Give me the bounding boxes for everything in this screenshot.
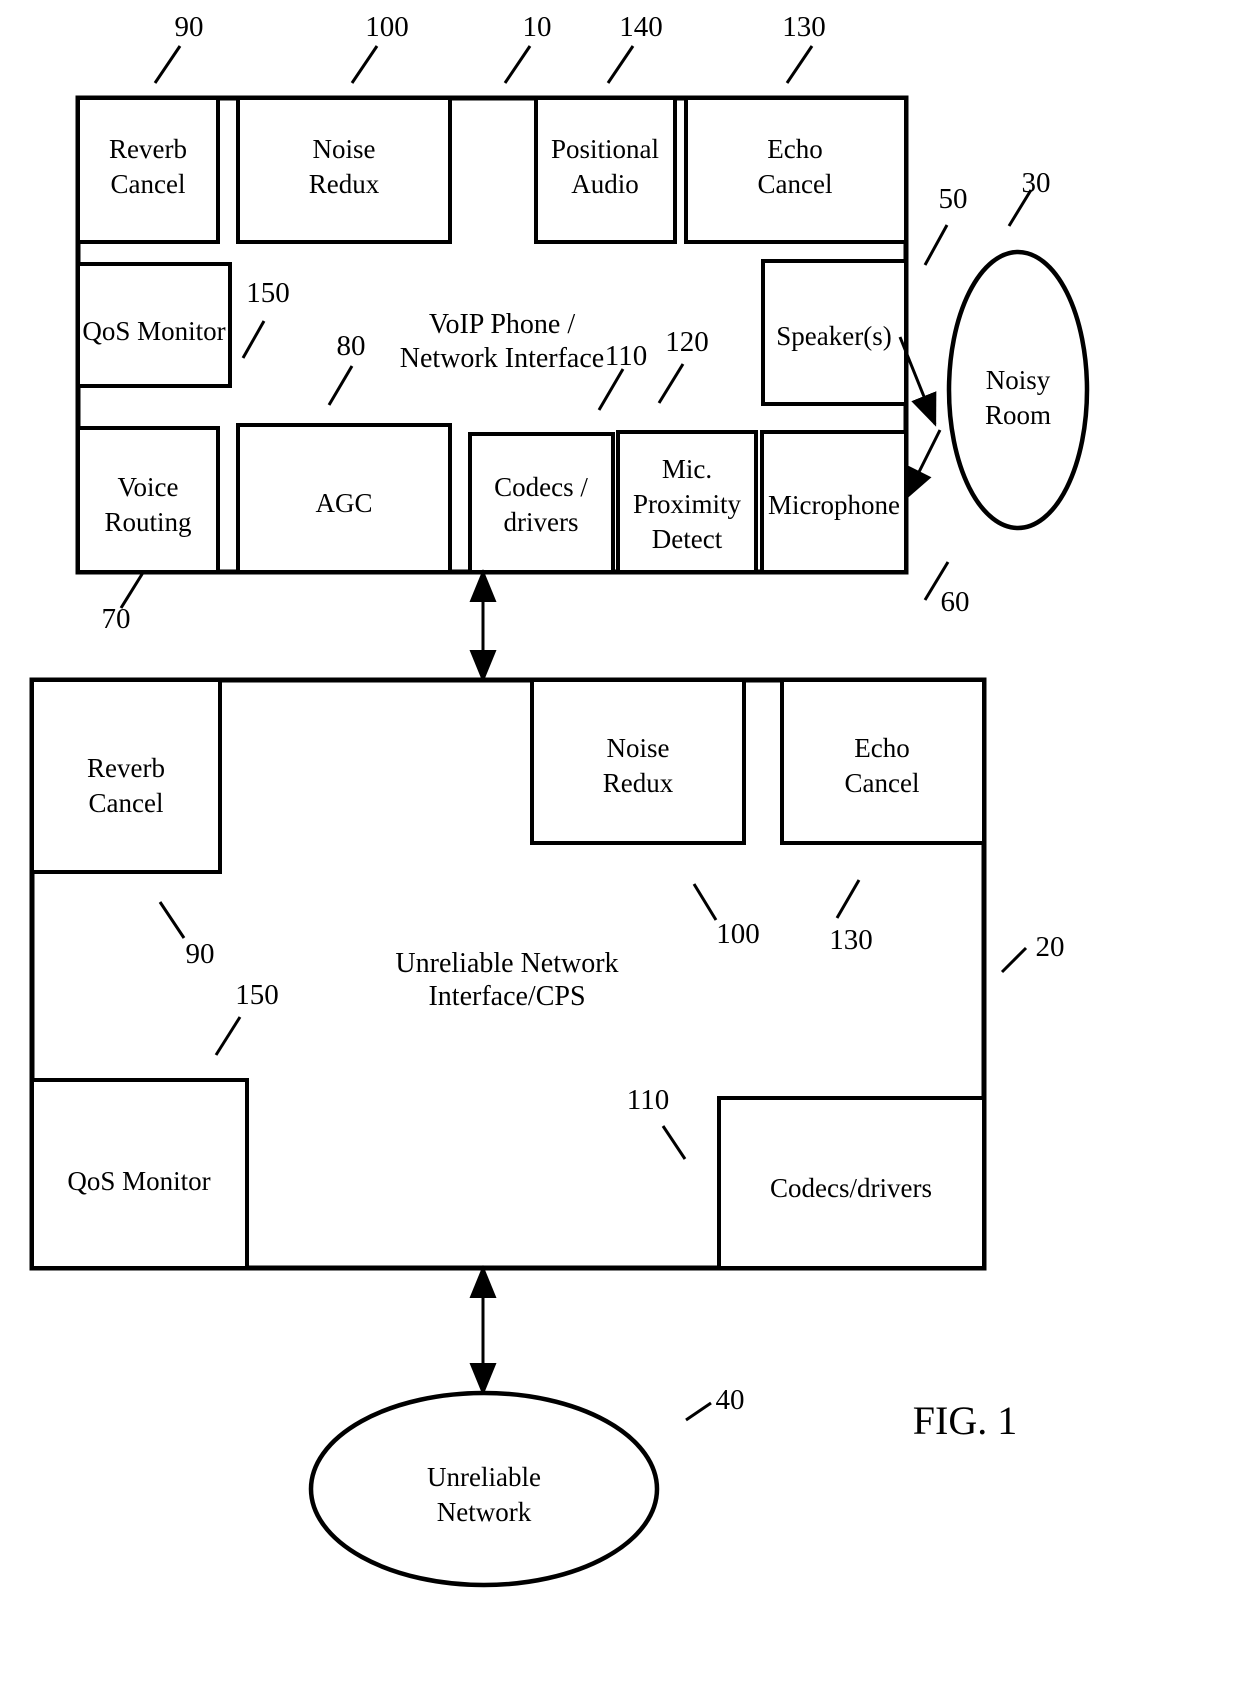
leader-130-endpoint [785,45,814,84]
arrow-room-to-microphone [904,429,942,501]
block-voice-routing-line1: Voice [118,472,179,502]
block-mic-proximity-line3: Detect [652,524,723,554]
leader-50-endpoint [923,224,949,266]
network-node-title-line1: Unreliable Network [395,948,618,979]
ref-80-endpoint: 80 [337,330,366,362]
ref-40-network: 40 [716,1384,745,1416]
ref-150-endpoint: 150 [246,277,290,309]
noisy-room-line1: Noisy [986,365,1051,395]
ref-120-endpoint: 120 [665,326,709,358]
network-node-title-line2: Interface/CPS [428,981,585,1012]
ref-130-endpoint: 130 [782,11,826,43]
block-qos-monitor-node-label: QoS Monitor [67,1166,210,1196]
leader-10-endpoint [503,45,532,84]
block-positional-audio-line2: Audio [571,169,639,199]
ref-100-node: 100 [716,918,760,950]
leader-20-node [1000,946,1028,974]
noisy-room-line2: Room [985,400,1051,430]
block-reverb-cancel-endpoint-line2: Cancel [111,169,186,199]
block-agc-label: AGC [315,488,372,518]
ref-150-node: 150 [235,979,279,1011]
block-microphone-label: Microphone [768,490,900,520]
block-codecs-drivers-endpoint[interactable] [468,432,615,574]
block-codecs-drivers-endpoint-line1: Codecs / [494,472,588,502]
ref-60-endpoint: 60 [941,586,970,618]
ref-140-endpoint: 140 [619,11,663,43]
ref-10-endpoint: 10 [523,11,552,43]
block-noise-redux-node-line1: Noise [607,733,670,763]
block-noise-redux-endpoint-line2: Redux [309,169,380,199]
unreliable-network-line2: Network [437,1497,532,1527]
ref-100-endpoint: 100 [365,11,409,43]
leader-140-endpoint [606,45,635,84]
ref-30-noisy-room: 30 [1022,167,1051,199]
ref-90-node: 90 [186,938,215,970]
block-echo-cancel-node-line1: Echo [854,733,909,763]
block-reverb-cancel-endpoint-line1: Reverb [109,134,187,164]
ref-20-node: 20 [1036,931,1065,963]
ref-110-node: 110 [627,1084,669,1116]
ref-130-node: 130 [829,924,873,956]
leader-40-network [685,1401,712,1422]
block-echo-cancel-node-line2: Cancel [845,768,920,798]
block-reverb-cancel-node-line2: Cancel [89,788,164,818]
block-codecs-drivers-endpoint-line2: drivers [504,507,579,537]
block-noise-redux-node-line2: Redux [603,768,674,798]
block-speakers-label: Speaker(s) [776,321,891,351]
figure-canvas: Reverb Cancel Noise Redux Positional Aud… [29,11,1090,1588]
block-reverb-cancel-node-line1: Reverb [87,753,165,783]
block-codecs-drivers-node-label: Codecs/drivers [770,1173,932,1203]
figure-caption: FIG. 1 [913,1398,1017,1443]
voip-container-title-line1: VoIP Phone / [429,309,575,340]
block-echo-cancel-endpoint-line2: Cancel [758,169,833,199]
block-echo-cancel-endpoint-line1: Echo [767,134,822,164]
block-voice-routing-line2: Routing [104,507,191,537]
block-mic-proximity-line1: Mic. [662,454,712,484]
unreliable-network-line1: Unreliable [427,1462,541,1492]
block-qos-monitor-endpoint-label: QoS Monitor [82,316,225,346]
voip-container-title-line2: Network Interface [400,343,604,374]
ref-70-endpoint: 70 [102,603,131,635]
ref-90-endpoint: 90 [175,11,204,43]
ref-50-endpoint: 50 [939,183,968,215]
block-mic-proximity-line2: Proximity [633,489,742,519]
block-noise-redux-endpoint-line1: Noise [313,134,376,164]
patent-figure: Reverb Cancel Noise Redux Positional Aud… [0,0,1240,1706]
leader-90-endpoint [153,45,182,84]
leader-100-endpoint [350,45,379,84]
block-positional-audio-line1: Positional [551,134,659,164]
ref-110-endpoint: 110 [605,340,647,372]
